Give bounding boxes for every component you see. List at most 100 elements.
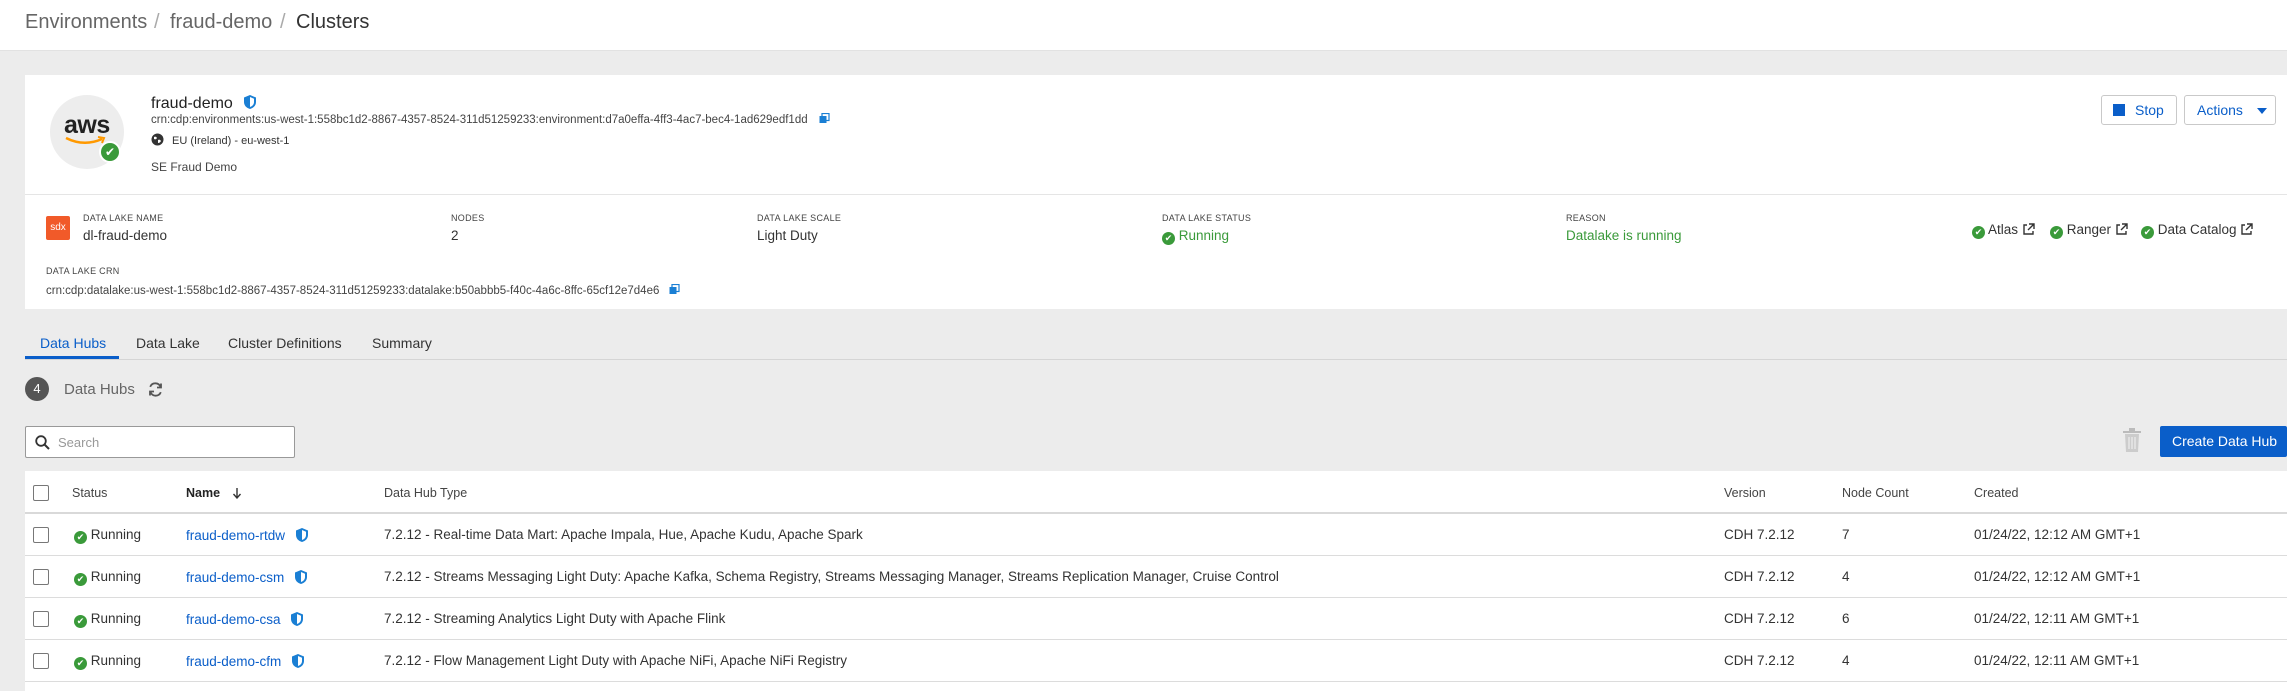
environment-crn: crn:cdp:environments:us-west-1:558bc1d2-… [151,114,808,126]
column-header-created[interactable]: Created [1974,486,2018,500]
datalake-status-label: DATA LAKE STATUS [1162,213,1252,223]
stop-button[interactable]: Stop [2101,95,2177,125]
tab-data-hubs[interactable]: Data Hubs [40,335,106,351]
row-type: 7.2.12 - Streams Messaging Light Duty: A… [384,569,1279,584]
active-tab-indicator [25,356,119,359]
trash-icon[interactable] [2121,427,2143,453]
shield-icon [292,654,305,668]
shield-icon [291,612,304,626]
row-checkbox[interactable] [33,653,49,669]
datalake-crn: crn:cdp:datalake:us-west-1:558bc1d2-8867… [46,285,660,297]
datalake-name: dl-fraud-demo [83,228,168,243]
shield-icon [295,570,308,584]
row-checkbox[interactable] [33,569,49,585]
data-hubs-count-badge: 4 [25,377,49,401]
row-checkbox[interactable] [33,611,49,627]
datalake-name-label: DATA LAKE NAME [83,213,164,223]
environment-name-row: fraud-demo [151,94,257,113]
table-row[interactable] [25,598,2287,640]
service-link-atlas[interactable]: ✔ Atlas [1972,222,2035,239]
service-link-ranger[interactable]: ✔ Ranger [2050,222,2128,239]
breadcrumb-environments[interactable]: Environments [25,11,147,34]
row-name-cell: fraud-demo-rtdw [186,527,309,543]
check-circle-icon: ✔ [74,531,87,544]
row-name-link[interactable]: fraud-demo-cfm [186,654,281,669]
column-header-version[interactable]: Version [1724,486,1766,500]
row-node-count: 7 [1842,527,1850,542]
row-status-text: Running [90,569,142,584]
table-row[interactable] [25,514,2287,556]
breadcrumb-clusters: Clusters [296,11,370,33]
check-circle-icon: ✔ [74,615,87,628]
copy-icon[interactable] [669,283,680,295]
reason-label: REASON [1566,213,1606,223]
actions-dropdown[interactable]: Actions [2184,95,2276,125]
search-input[interactable] [58,432,288,452]
tab-summary[interactable]: Summary [372,335,432,351]
copy-icon[interactable] [819,112,830,124]
column-header-name[interactable]: Name [186,486,242,500]
actions-label: Actions [2197,102,2243,118]
row-name-cell: fraud-demo-csm [186,569,308,585]
stop-icon [2113,104,2125,116]
check-circle-icon: ✔ [1972,226,1985,239]
column-header-node-count[interactable]: Node Count [1842,486,1909,500]
sort-descending-icon [232,488,241,500]
row-status-text: Running [90,611,142,626]
external-link-icon [2241,223,2254,235]
row-status: ✔ Running [74,527,141,544]
check-circle-icon: ✔ [1162,232,1175,245]
environment-card [25,75,2287,309]
service-link-data-catalog[interactable]: ✔ Data Catalog [2141,222,2254,239]
environment-name: fraud-demo [151,95,233,112]
row-node-count: 4 [1842,653,1850,668]
refresh-icon[interactable] [147,381,164,398]
breadcrumb-environment[interactable]: fraud-demo [170,11,272,34]
row-name-cell: fraud-demo-cfm [186,653,305,669]
select-all-checkbox[interactable] [33,485,49,501]
environment-crn-row: crn:cdp:environments:us-west-1:558bc1d2-… [151,112,830,126]
table-row[interactable] [25,640,2287,682]
create-data-hub-label: Create Data Hub [2172,433,2278,449]
row-name-link[interactable]: fraud-demo-csm [186,570,284,585]
service-ranger-label: Ranger [2066,222,2112,237]
search-box [25,426,295,458]
check-circle-icon: ✔ [2050,226,2063,239]
shield-icon [244,95,257,109]
breadcrumb-separator: / [154,11,160,33]
row-name-link[interactable]: fraud-demo-csa [186,612,281,627]
datalake-crn-row: crn:cdp:datalake:us-west-1:558bc1d2-8867… [46,283,680,297]
column-header-type[interactable]: Data Hub Type [384,486,467,500]
create-data-hub-button[interactable]: Create Data Hub [2160,426,2287,457]
datalake-status: ✔ Running [1162,228,1229,245]
stop-button-label: Stop [2135,102,2164,118]
search-icon [35,435,50,450]
card-divider [25,194,2287,195]
environment-description: SE Fraud Demo [151,160,238,174]
row-version: CDH 7.2.12 [1724,569,1795,584]
row-checkbox[interactable] [33,527,49,543]
column-header-status[interactable]: Status [72,486,107,500]
row-created: 01/24/22, 12:11 AM GMT+1 [1974,611,2140,626]
environment-region: EU (Ireland) - eu-west-1 [172,135,290,147]
tab-bar [25,323,2287,360]
shield-icon [295,528,308,542]
row-version: CDH 7.2.12 [1724,611,1795,626]
row-status: ✔ Running [74,653,141,670]
tab-cluster-definitions[interactable]: Cluster Definitions [228,335,342,351]
row-status: ✔ Running [74,569,141,586]
nodes-value: 2 [451,228,459,243]
healthy-check-icon: ✔ [99,141,121,163]
row-status-text: Running [90,527,142,542]
datalake-status-text: Running [1178,228,1230,243]
row-name-link[interactable]: fraud-demo-rtdw [186,528,285,543]
sdx-icon: sdx [46,216,70,240]
breadcrumb-separator: / [280,11,286,33]
check-circle-icon: ✔ [74,573,87,586]
row-version: CDH 7.2.12 [1724,653,1795,668]
tab-data-lake[interactable]: Data Lake [136,335,200,351]
row-name-cell: fraud-demo-csa [186,611,304,627]
check-circle-icon: ✔ [2141,226,2154,239]
datalake-crn-label: DATA LAKE CRN [46,266,120,276]
service-data-catalog-label: Data Catalog [2157,222,2237,237]
